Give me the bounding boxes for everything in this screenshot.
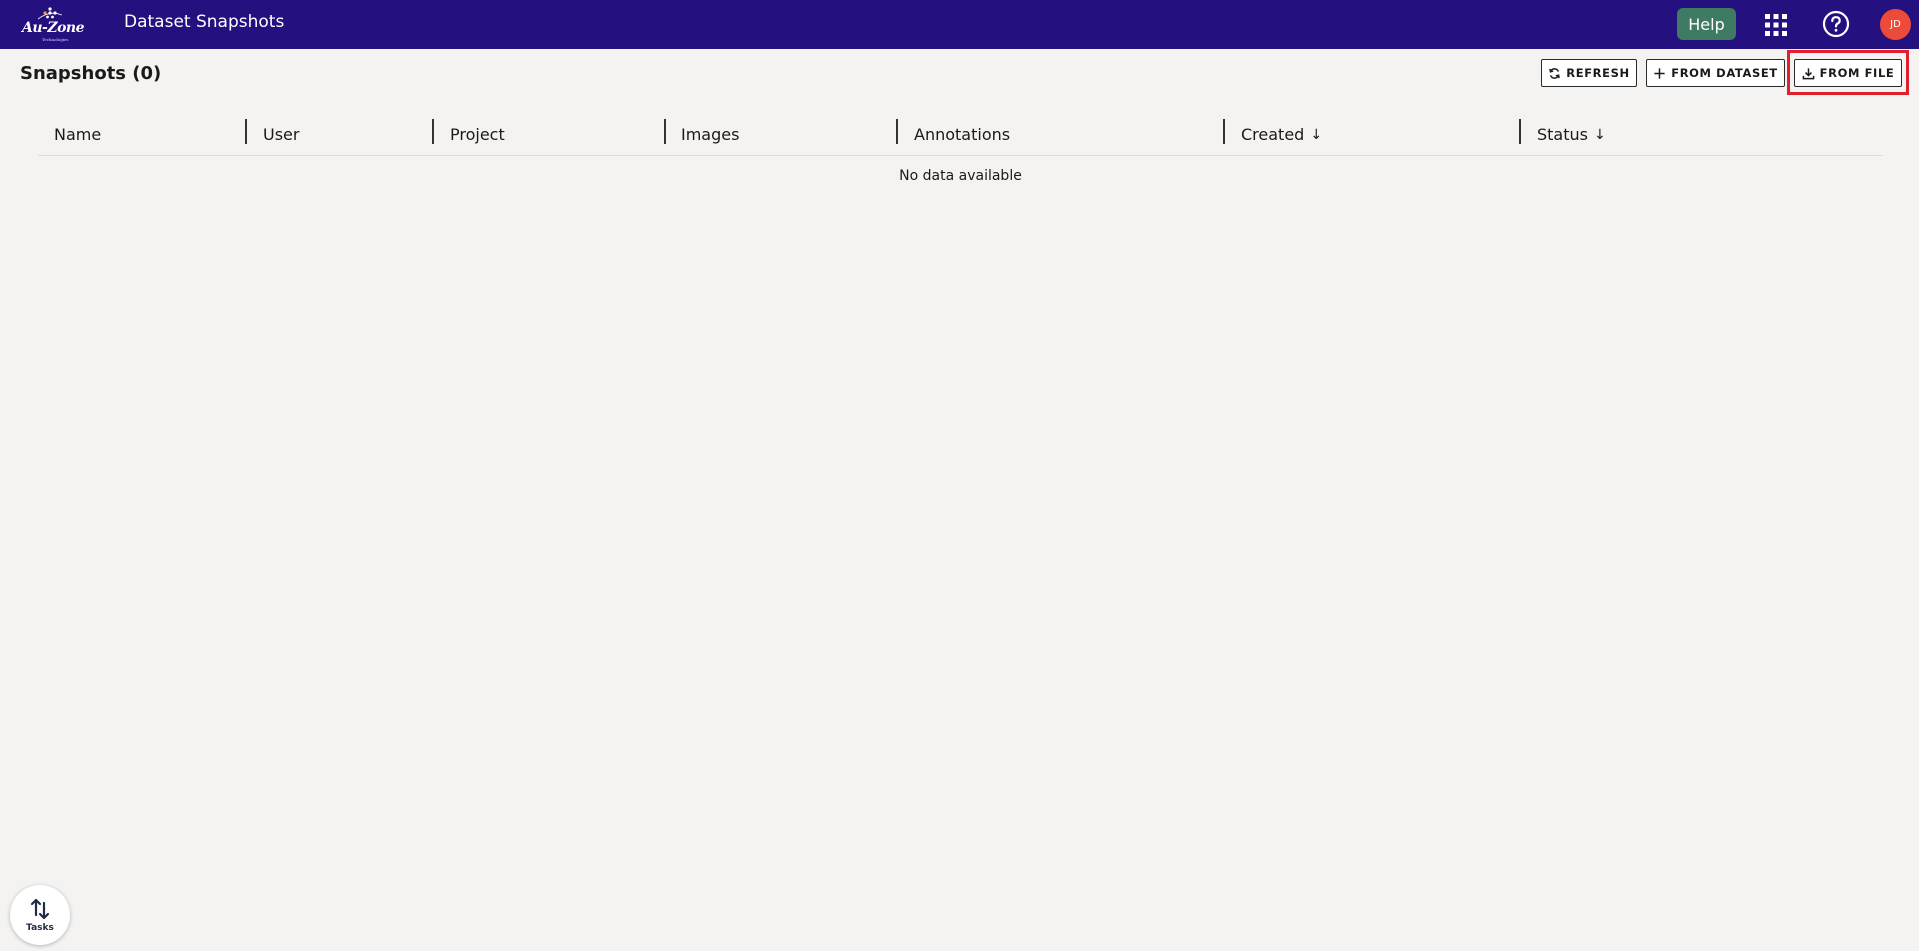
sort-arrow-icon: ↓ — [1593, 126, 1606, 143]
column-header-project[interactable]: Project — [450, 113, 505, 156]
refresh-button[interactable]: REFRESH — [1541, 59, 1637, 87]
column-resize-handle[interactable] — [896, 119, 898, 144]
logo-text: Au-Zone — [22, 20, 85, 36]
from-file-button[interactable]: FROM FILE — [1794, 59, 1902, 87]
column-header-images[interactable]: Images — [681, 113, 739, 156]
column-header-user[interactable]: User — [263, 113, 299, 156]
swap-vertical-icon — [30, 898, 50, 920]
page-title: Snapshots (0) — [20, 63, 162, 84]
logo-dots-icon — [38, 7, 62, 20]
help-button[interactable]: Help — [1677, 8, 1736, 40]
column-header-annotations[interactable]: Annotations — [914, 113, 1010, 156]
download-icon — [1802, 67, 1815, 79]
user-avatar[interactable]: JD — [1880, 9, 1911, 40]
snapshots-table: Name User Project Images Annotations Cre… — [38, 113, 1883, 196]
refresh-label: REFRESH — [1566, 66, 1630, 80]
from-dataset-label: FROM DATASET — [1671, 66, 1778, 80]
from-file-label: FROM FILE — [1819, 66, 1895, 80]
column-resize-handle[interactable] — [1519, 119, 1521, 144]
app-title: Dataset Snapshots — [124, 12, 285, 32]
table-header: Name User Project Images Annotations Cre… — [38, 113, 1883, 156]
column-resize-handle[interactable] — [245, 119, 247, 144]
refresh-icon — [1549, 67, 1561, 79]
tasks-label: Tasks — [26, 923, 54, 933]
column-header-status[interactable]: Status ↓ — [1537, 113, 1606, 156]
column-header-created[interactable]: Created ↓ — [1241, 113, 1322, 156]
column-resize-handle[interactable] — [432, 119, 434, 144]
logo-subtext: Technologies — [42, 37, 69, 42]
tasks-button[interactable]: Tasks — [10, 885, 70, 945]
question-circle-icon[interactable] — [1822, 10, 1850, 38]
app-bar: Au-Zone Technologies Dataset Snapshots H… — [0, 0, 1919, 49]
plus-icon — [1654, 67, 1665, 79]
sort-arrow-icon: ↓ — [1310, 126, 1323, 143]
empty-state-message: No data available — [899, 168, 1022, 184]
column-resize-handle[interactable] — [664, 119, 666, 144]
from-dataset-button[interactable]: FROM DATASET — [1646, 59, 1785, 87]
apps-grid-icon[interactable] — [1764, 13, 1788, 37]
company-logo[interactable]: Au-Zone Technologies — [20, 4, 85, 44]
column-header-name[interactable]: Name — [54, 113, 101, 156]
column-resize-handle[interactable] — [1223, 119, 1225, 144]
